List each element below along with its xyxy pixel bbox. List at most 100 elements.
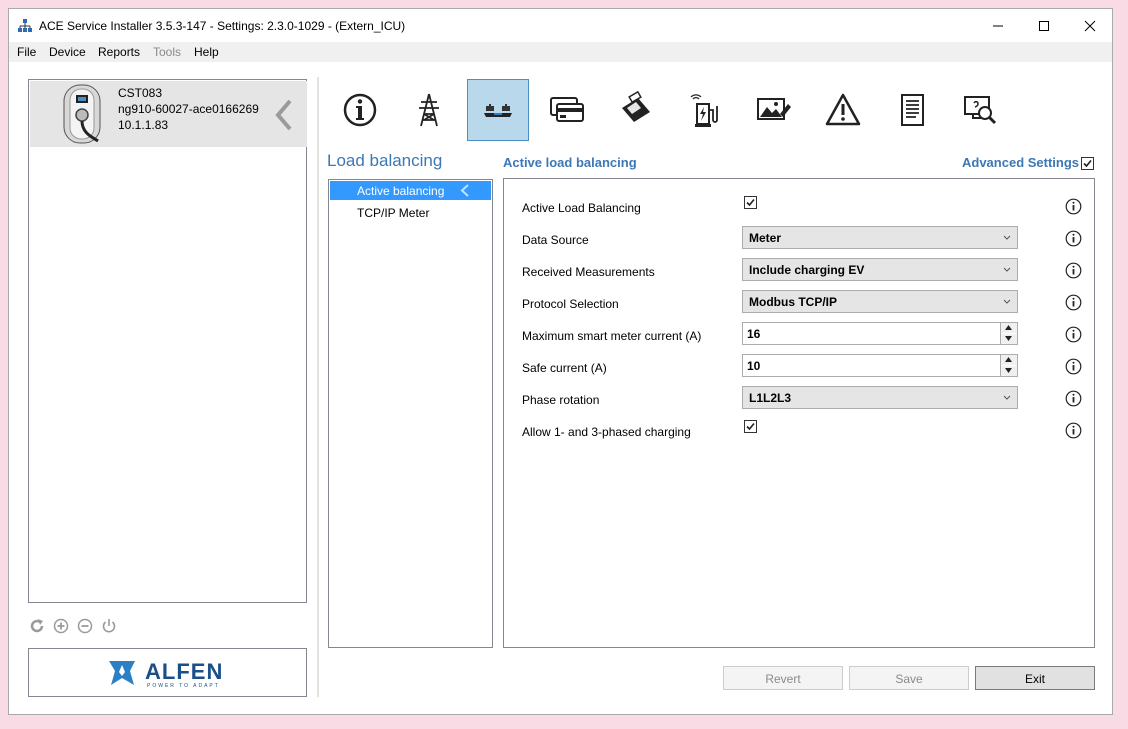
phase-rotation-value: L1L2L3 <box>749 391 792 405</box>
brand-logo: ALFEN POWER TO ADAPT <box>28 648 307 697</box>
info-icon[interactable] <box>1065 198 1082 215</box>
add-device-icon[interactable] <box>52 617 70 635</box>
triangle-down-icon <box>1005 336 1012 341</box>
safe-current-label: Safe current (A) <box>522 361 607 375</box>
advanced-settings-checkbox[interactable] <box>1081 157 1094 170</box>
device-ip: 10.1.1.83 <box>118 118 169 132</box>
allow-phased-charging-checkbox[interactable] <box>744 420 757 433</box>
alfen-star-logo <box>109 661 135 685</box>
active-load-balancing-checkbox[interactable] <box>744 196 757 209</box>
document-icon <box>901 94 924 126</box>
allow-phased-charging-label: Allow 1- and 3-phased charging <box>522 425 691 439</box>
subsection-title: Active load balancing <box>503 155 637 170</box>
tool-load-balancing[interactable] <box>467 79 529 141</box>
protocol-selection-select[interactable]: Modbus TCP/IP <box>742 290 1018 313</box>
save-button[interactable]: Save <box>849 666 969 690</box>
panel-separator <box>317 77 319 697</box>
device-card[interactable]: CST083 ng910-60027-ace0166269 10.1.1.83 <box>30 81 307 147</box>
max-meter-current-value: 16 <box>747 327 761 341</box>
exit-button-label: Exit <box>1024 672 1045 686</box>
tool-payment[interactable] <box>536 79 598 141</box>
max-meter-current-label: Maximum smart meter current (A) <box>522 329 702 343</box>
triangle-down-icon <box>1005 368 1012 373</box>
refresh-icon[interactable] <box>28 617 46 635</box>
spin-up-button[interactable] <box>1001 323 1017 333</box>
display-image-icon <box>757 98 791 120</box>
tool-grid[interactable] <box>398 79 460 141</box>
minimize-icon <box>993 25 1003 26</box>
info-icon[interactable] <box>1065 294 1082 311</box>
power-tower-icon <box>419 93 439 127</box>
nav-item-tcpip-meter[interactable]: TCP/IP Meter <box>330 203 491 222</box>
tool-info[interactable] <box>329 79 391 141</box>
tool-display[interactable] <box>743 79 805 141</box>
data-source-label: Data Source <box>522 233 589 247</box>
menu-device[interactable]: Device <box>49 45 86 59</box>
menu-tools[interactable]: Tools <box>153 45 181 59</box>
remove-device-icon[interactable] <box>76 617 94 635</box>
menu-help[interactable]: Help <box>194 45 219 59</box>
advanced-settings-label: Advanced Settings <box>962 155 1080 170</box>
info-icon[interactable] <box>1065 262 1082 279</box>
brand-tagline: POWER TO ADAPT <box>147 683 220 689</box>
phase-rotation-select[interactable]: L1L2L3 <box>742 386 1018 409</box>
protocol-selection-value: Modbus TCP/IP <box>749 295 837 309</box>
section-nav: Active balancing TCP/IP Meter <box>328 179 493 648</box>
info-icon[interactable] <box>1065 390 1082 407</box>
checkmark-icon <box>1083 159 1092 168</box>
checkmark-icon <box>746 422 755 431</box>
chevron-left-icon[interactable] <box>274 98 294 132</box>
brand-name: ALFEN <box>145 659 224 684</box>
revert-button-label: Revert <box>765 672 801 686</box>
app-window: ACE Service Installer 3.5.3-147 - Settin… <box>8 8 1113 715</box>
power-icon[interactable] <box>100 617 118 635</box>
warning-icon <box>825 93 861 126</box>
nav-item-active-balancing[interactable]: Active balancing <box>330 181 491 200</box>
minimize-button[interactable] <box>975 9 1021 42</box>
menu-file[interactable]: File <box>17 45 36 59</box>
active-load-balancing-label: Active Load Balancing <box>522 201 641 215</box>
save-button-label: Save <box>895 672 923 686</box>
protocol-selection-label: Protocol Selection <box>522 297 619 311</box>
nav-item-label: TCP/IP Meter <box>357 206 430 220</box>
tool-logs[interactable] <box>881 79 943 141</box>
data-source-select[interactable]: Meter <box>742 226 1018 249</box>
max-meter-current-spinner <box>1000 323 1017 344</box>
tool-warnings[interactable] <box>812 79 874 141</box>
safe-current-spinner <box>1000 355 1017 376</box>
received-measurements-select[interactable]: Include charging EV <box>742 258 1018 281</box>
menu-reports[interactable]: Reports <box>98 45 140 59</box>
safe-current-input[interactable]: 10 <box>742 354 1018 377</box>
spin-down-button[interactable] <box>1001 334 1017 344</box>
exit-button[interactable]: Exit <box>975 666 1095 690</box>
info-icon <box>343 93 377 127</box>
close-icon <box>1084 20 1096 31</box>
info-icon[interactable] <box>1065 326 1082 343</box>
info-icon[interactable] <box>1065 358 1082 375</box>
spin-up-button[interactable] <box>1001 355 1017 365</box>
revert-button[interactable]: Revert <box>723 666 843 690</box>
info-icon[interactable] <box>1065 230 1082 247</box>
data-source-value: Meter <box>749 231 782 245</box>
tool-charging[interactable] <box>674 79 736 141</box>
maximize-button[interactable] <box>1021 9 1067 42</box>
nav-item-label: Active balancing <box>357 184 445 198</box>
diagnostics-monitor-icon <box>964 96 997 125</box>
window-title: ACE Service Installer 3.5.3-147 - Settin… <box>39 19 406 33</box>
maximize-icon <box>1039 20 1049 31</box>
received-measurements-value: Include charging EV <box>749 263 865 277</box>
section-title: Load balancing <box>327 151 443 170</box>
spin-down-button[interactable] <box>1001 366 1017 376</box>
close-button[interactable] <box>1067 9 1112 42</box>
network-app-icon <box>18 19 32 32</box>
charging-station-icon <box>690 94 718 127</box>
info-icon[interactable] <box>1065 422 1082 439</box>
tool-terminal[interactable] <box>605 79 667 141</box>
triangle-up-icon <box>1005 325 1012 330</box>
safe-current-value: 10 <box>747 359 761 373</box>
max-meter-current-input[interactable]: 16 <box>742 322 1018 345</box>
device-serial: ng910-60027-ace0166269 <box>118 102 259 116</box>
phase-rotation-label: Phase rotation <box>522 393 600 407</box>
tool-diagnostics[interactable] <box>950 79 1012 141</box>
received-measurements-label: Received Measurements <box>522 265 655 279</box>
